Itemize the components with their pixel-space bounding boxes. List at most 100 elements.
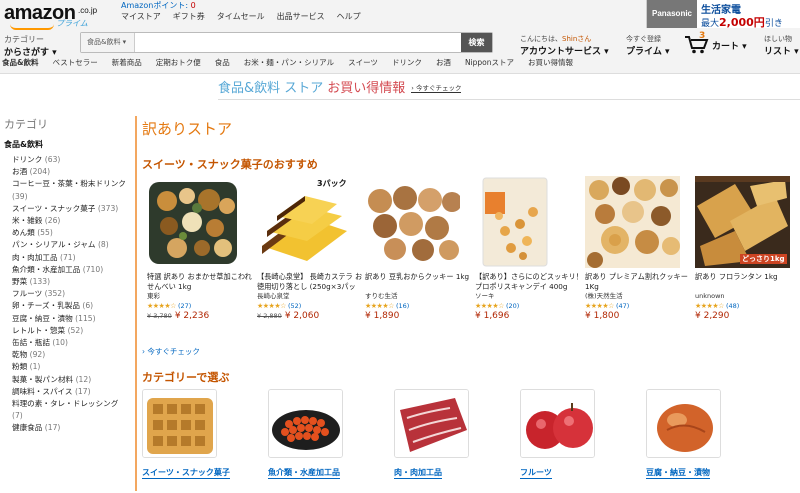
top-link-seller[interactable]: 出品サービス (277, 11, 325, 22)
catbar-item-bestseller[interactable]: ベストセラー (46, 56, 105, 72)
now-check-link[interactable]: › 今すぐチェック (142, 346, 200, 357)
prime-menu[interactable]: 今すぐ登録 プライム ▾ (626, 34, 669, 57)
product-card[interactable]: 訳あり 豆乳おからクッキー 1kg すりむ生活 ★★★★☆ (16) ¥ 1,8… (365, 176, 473, 321)
banner-check-link[interactable]: › 今すぐチェック (411, 84, 462, 93)
sidebar-category-item[interactable]: 野菜 (133) (4, 276, 129, 288)
top-link-timesale[interactable]: タイムセール (217, 11, 265, 22)
search-category-select[interactable]: 食品&飲料 ▾ (81, 33, 135, 52)
sidebar-category-item[interactable]: 卵・チーズ・乳製品 (6) (4, 300, 129, 312)
product-rating[interactable]: ★★★★☆ (16) (365, 301, 473, 311)
product-card[interactable]: 【訳あり】さらにのどスッキリ！プロポリスキャンデイ 400g ソーキ ★★★★☆… (475, 176, 583, 321)
category-image[interactable] (520, 389, 595, 458)
sidebar-category-item[interactable]: 魚介類・水産加工品 (710) (4, 264, 129, 276)
product-card[interactable]: どっさり1kg 訳あり フロランタン 1kg unknown ★★★★☆ (48… (695, 176, 800, 321)
sidebar-category-item[interactable]: レトルト・惣菜 (52) (4, 325, 129, 337)
sidebar-category-item[interactable]: 乾物 (92) (4, 349, 129, 361)
product-rating[interactable]: ★★★★☆ (27) (147, 301, 255, 311)
category-image[interactable] (646, 389, 721, 458)
category-menu-button[interactable]: カテゴリー からさがす ▾ (4, 34, 57, 58)
product-image[interactable]: どっさり1kg (695, 176, 790, 268)
category-card[interactable]: 肉・肉加工品 (394, 389, 514, 479)
category-image-waffle (143, 390, 216, 457)
review-count: (52) (287, 302, 302, 310)
product-card[interactable]: 訳あり プレミアム割れクッキー1Kg (株)天然生活 ★★★★☆ (47) ¥ … (585, 176, 693, 321)
sidebar-root-category[interactable]: 食品&飲料 (4, 139, 129, 150)
catbar-item-new[interactable]: 新着商品 (105, 56, 149, 72)
category-label[interactable]: 魚介類・水産加工品 (268, 467, 340, 479)
product-image[interactable] (585, 176, 680, 268)
account-name: Shinさん (562, 35, 592, 43)
product-image[interactable] (365, 176, 460, 268)
catbar-item-deals[interactable]: お買い得情報 (521, 56, 580, 72)
sidebar-category-item[interactable]: コーヒー豆・茶葉・粉末ドリンク (39) (4, 178, 129, 202)
product-title[interactable]: 訳あり プレミアム割れクッキー1Kg (585, 272, 693, 292)
search-button[interactable]: 検索 (461, 33, 492, 52)
catbar-item-drinks[interactable]: ドリンク (385, 56, 429, 72)
category-card[interactable]: スイーツ・スナック菓子 (142, 389, 262, 479)
sidebar-category-item[interactable]: 料理の素・タレ・ドレッシング (7) (4, 398, 129, 422)
sidebar-category-label: 野菜 (12, 277, 28, 287)
category-card[interactable]: フルーツ (520, 389, 640, 479)
product-rating[interactable]: ★★★★☆ (48) (695, 301, 800, 311)
product-rating[interactable]: ★★★★☆ (47) (585, 301, 693, 311)
catbar-item-alcohol[interactable]: お酒 (429, 56, 458, 72)
sidebar-category-item[interactable]: フルーツ (352) (4, 288, 129, 300)
sidebar-category-item[interactable]: 米・雑穀 (26) (4, 215, 129, 227)
site-header: amazon .co.jp プライム Amazonポイント: 0 マイストア ギ… (0, 0, 800, 74)
category-label[interactable]: 豆腐・納豆・漬物 (646, 467, 710, 479)
sidebar-category-item[interactable]: 粉類 (1) (4, 361, 129, 373)
product-title[interactable]: 訳あり フロランタン 1kg (695, 272, 800, 292)
product-title[interactable]: 特選 訳あり おまかせ草加こわれせんべい 1kg (147, 272, 255, 292)
category-card[interactable]: 魚介類・水産加工品 (268, 389, 388, 479)
category-image[interactable] (394, 389, 469, 458)
cart-button[interactable]: 3 カート ▾ (684, 31, 750, 54)
product-title[interactable]: 訳あり 豆乳おからクッキー 1kg (365, 272, 473, 292)
wishlist-menu[interactable]: ほしい物 リスト ▾ (764, 34, 799, 57)
category-label[interactable]: スイーツ・スナック菓子 (142, 467, 230, 479)
star-rating-icon: ★★★★☆ (147, 302, 176, 310)
category-image[interactable] (268, 389, 343, 458)
product-image[interactable] (147, 176, 242, 268)
wishlist-small: ほしい物 (764, 35, 792, 43)
sidebar-category-count: (52) (67, 325, 84, 335)
catbar-item-nippon[interactable]: Nipponストア (458, 56, 521, 72)
catbar-item-rice[interactable]: お米・麺・パン・シリアル (237, 56, 341, 72)
sidebar-category-item[interactable]: 肉・肉加工品 (71) (4, 252, 129, 264)
product-badge: 3パック (317, 179, 347, 188)
sidebar-category-item[interactable]: 豆腐・納豆・漬物 (115) (4, 313, 129, 325)
category-image[interactable] (142, 389, 217, 458)
top-link-help[interactable]: ヘルプ (337, 11, 361, 22)
product-title[interactable]: 【長崎心泉堂】 長崎カステラ お徳用切り落とし (250g×3パック) (257, 272, 365, 292)
sidebar-category-item[interactable]: 調味料・スパイス (17) (4, 386, 129, 398)
product-rating[interactable]: ★★★★☆ (20) (475, 301, 583, 311)
account-menu[interactable]: こんにちは、Shinさん アカウントサービス ▾ (520, 34, 609, 57)
product-image[interactable]: 3パック (257, 176, 352, 268)
product-title[interactable]: 【訳あり】さらにのどスッキリ！プロポリスキャンデイ 400g (475, 272, 583, 292)
catbar-item-sweets[interactable]: スイーツ (341, 56, 385, 72)
catbar-item-grocery[interactable]: 食品 (208, 56, 237, 72)
sidebar-category-item[interactable]: 製菓・製パン材料 (12) (4, 374, 129, 386)
sidebar-category-item[interactable]: 缶詰・瓶詰 (10) (4, 337, 129, 349)
sidebar-category-item[interactable]: スイーツ・スナック菓子 (373) (4, 203, 129, 215)
sidebar-category-item[interactable]: お酒 (204) (4, 166, 129, 178)
category-card[interactable]: 豆腐・納豆・漬物 (646, 389, 766, 479)
search-input[interactable] (137, 34, 457, 51)
category-label[interactable]: フルーツ (520, 467, 552, 479)
top-link-mystore[interactable]: マイストア (121, 11, 161, 22)
sidebar-category-item[interactable]: めん類 (55) (4, 227, 129, 239)
amazon-logo[interactable]: amazon .co.jp プライム (4, 2, 97, 30)
catbar-item-food[interactable]: 食品&飲料 (0, 56, 46, 72)
product-rating[interactable]: ★★★★☆ (52) (257, 301, 365, 311)
product-card[interactable]: 特選 訳あり おまかせ草加こわれせんべい 1kg 東彩 ★★★★☆ (27) ¥… (147, 176, 255, 321)
sidebar-category-item[interactable]: 健康食品 (17) (4, 422, 129, 434)
promo-banner[interactable]: Panasonic 生活家電 最大2,000円引き (646, 0, 800, 29)
product-card[interactable]: 3パック 【長崎心泉堂】 長崎カステラ お徳用切り落とし (250g×3パック)… (257, 176, 365, 321)
product-image[interactable] (475, 176, 570, 268)
category-label[interactable]: 肉・肉加工品 (394, 467, 442, 479)
top-link-giftcard[interactable]: ギフト券 (173, 11, 205, 22)
star-rating-icon: ★★★★☆ (257, 302, 286, 310)
amazon-points[interactable]: Amazonポイント: 0 (121, 0, 196, 11)
sidebar-category-item[interactable]: パン・シリアル・ジャム (8) (4, 239, 129, 251)
catbar-item-subscribe[interactable]: 定期おトク便 (149, 56, 208, 72)
sidebar-category-item[interactable]: ドリンク (63) (4, 154, 129, 166)
